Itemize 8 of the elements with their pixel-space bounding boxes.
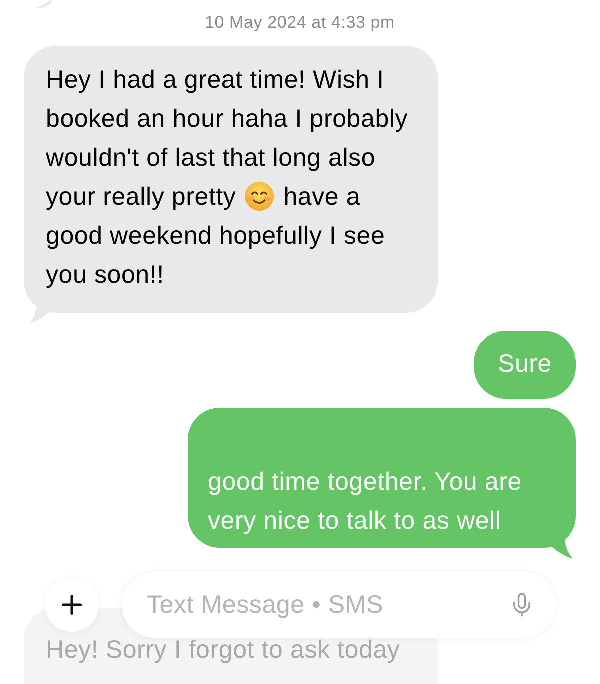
smiling-face-icon	[245, 182, 274, 211]
message-text: Hey! Sorry I forgot to ask today	[46, 636, 400, 664]
message-text: Hey I had a great time! Wish I booked an hour haha I probably wouldn't of last that long also your really pretty have a good weekend hopefully I see you soon!!	[46, 66, 408, 289]
message-input-field[interactable]: Text Message • SMS	[122, 572, 556, 638]
message-text: good time together. You are very nice to talk to as well	[208, 468, 522, 535]
message-text: Sure	[498, 350, 552, 378]
bubble-tail-icon	[37, 0, 51, 8]
timestamp: 10 May 2024 at 4:33 pm	[205, 13, 395, 33]
